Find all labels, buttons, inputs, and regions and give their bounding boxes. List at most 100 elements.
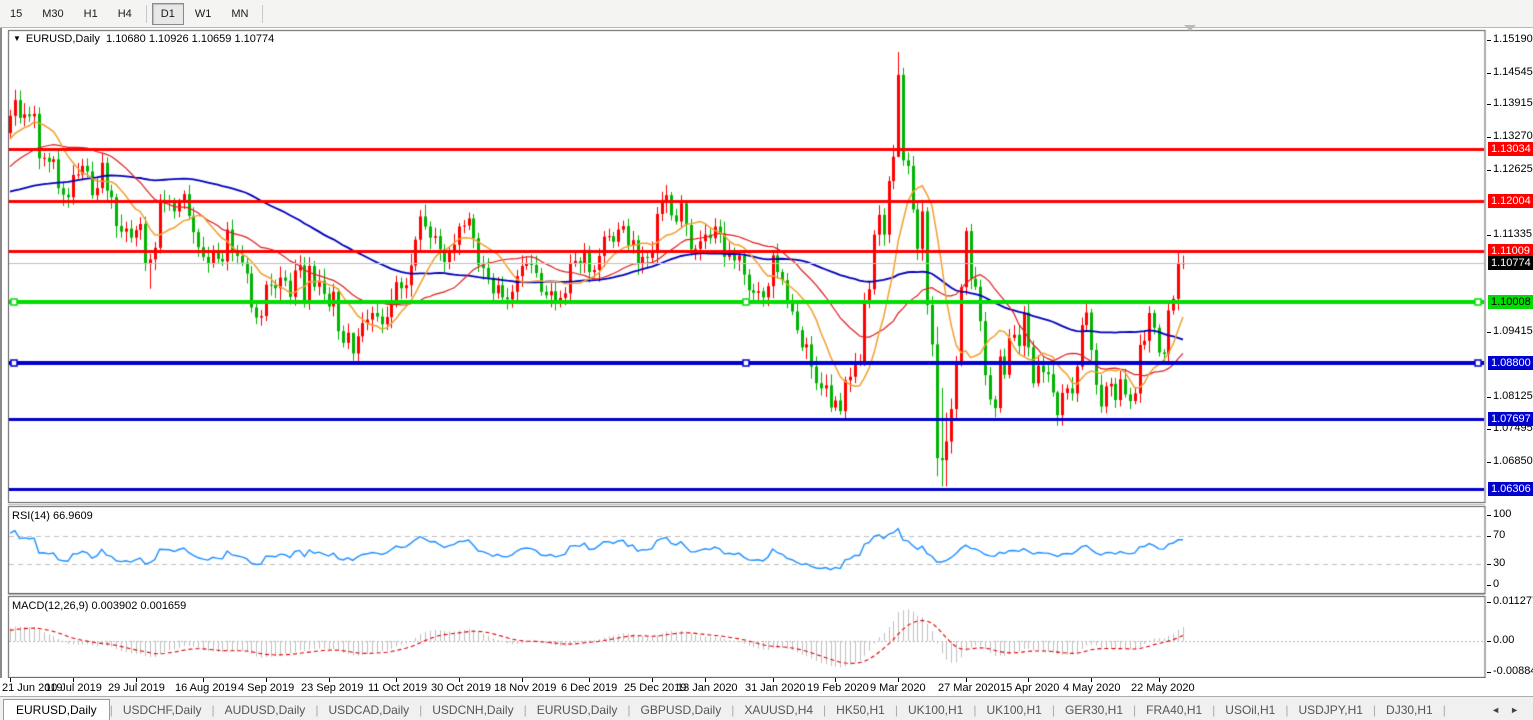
axis-tick — [1487, 515, 1491, 516]
price-axis-label: 1.14545 — [1493, 66, 1533, 78]
macd-axis-label: 0.00 — [1493, 634, 1514, 646]
axis-tick — [1487, 672, 1491, 673]
date-label: 31 Jan 2020 — [745, 682, 806, 694]
axis-tick — [1487, 536, 1491, 537]
tab-usdchf-daily[interactable]: USDCHF,Daily — [113, 700, 212, 720]
rsi-indicator-label: RSI(14) 66.9609 — [12, 510, 93, 522]
date-label: 4 May 2020 — [1063, 682, 1120, 694]
axis-tick — [1487, 73, 1491, 74]
axis-tick — [1487, 641, 1491, 642]
chart-title: ▼ EURUSD,Daily 1.10680 1.10926 1.10659 1.… — [13, 33, 274, 45]
axis-tick — [1487, 104, 1491, 105]
date-label: 16 Aug 2019 — [175, 682, 237, 694]
date-label: 15 Apr 2020 — [1000, 682, 1059, 694]
rsi-axis-label: 0 — [1493, 578, 1499, 590]
date-label: 29 Jul 2019 — [108, 682, 165, 694]
price-axis-label: 1.11335 — [1493, 228, 1532, 240]
tab-usoil-h1-13[interactable]: USOil,H1 — [1215, 700, 1285, 720]
window-left-frame — [0, 28, 2, 696]
level-price-badge: 1.10008 — [1488, 295, 1533, 309]
rsi-axis-label: 70 — [1493, 529, 1505, 541]
date-label: 4 Sep 2019 — [238, 682, 294, 694]
macd-indicator-label: MACD(12,26,9) 0.003902 0.001659 — [12, 600, 186, 612]
date-label: 27 Mar 2020 — [938, 682, 1000, 694]
timeframe-button-h1[interactable]: H1 — [75, 3, 107, 25]
date-label: 19 Feb 2020 — [807, 682, 869, 694]
chart-window: ▼ EURUSD,Daily 1.10680 1.10926 1.10659 1.… — [0, 28, 1533, 696]
axis-tick — [1487, 429, 1491, 430]
rsi-axis-label: 30 — [1493, 557, 1505, 569]
price-axis-label: 1.15190 — [1493, 33, 1533, 45]
chevron-down-icon[interactable]: ▼ — [13, 34, 21, 43]
tab-ger30-h1-11[interactable]: GER30,H1 — [1055, 700, 1133, 720]
level-price-badge: 1.12004 — [1488, 194, 1533, 208]
timeframe-button-m30[interactable]: M30 — [33, 3, 72, 25]
chart-tab-bar: EURUSD,Daily|USDCHF,Daily|AUDUSD,Daily|U… — [0, 696, 1533, 720]
rsi-axis-label: 100 — [1493, 508, 1511, 520]
tab-usdjpy-h1-14[interactable]: USDJPY,H1 — [1288, 700, 1372, 720]
price-axis-label: 1.12625 — [1493, 163, 1533, 175]
tabs-scroll-right-icon[interactable]: ► — [1510, 705, 1519, 715]
date-axis[interactable]: 21 Jun 201910 Jul 201929 Jul 201916 Aug … — [0, 678, 1533, 696]
timeframe-toolbar: 15M30H1H4 D1W1MN — [0, 0, 1533, 28]
price-axis-label: 1.09415 — [1493, 325, 1533, 337]
level-price-badge: 1.08800 — [1488, 356, 1533, 370]
tab-uk100-h1-9[interactable]: UK100,H1 — [898, 700, 973, 720]
tab-audusd-daily[interactable]: AUDUSD,Daily — [215, 700, 316, 720]
tab-fra40-h1-12[interactable]: FRA40,H1 — [1136, 700, 1212, 720]
timeframe-button-d1[interactable]: D1 — [152, 3, 184, 25]
level-price-badge: 1.13034 — [1488, 142, 1533, 156]
price-axis-label: 1.08125 — [1493, 390, 1533, 402]
chart-symbol-label: EURUSD,Daily — [26, 33, 100, 45]
price-axis[interactable]: 1.15190 1.14545 1.13915 1.13270 1.12625 1.113… — [1487, 28, 1533, 696]
axis-tick — [1487, 602, 1491, 603]
price-chart-canvas[interactable] — [0, 28, 1487, 678]
tabs-scroll-left-icon[interactable]: ◄ — [1491, 705, 1500, 715]
axis-tick — [1487, 462, 1491, 463]
price-axis-label: 1.06850 — [1493, 455, 1533, 467]
price-axis-label: 1.13915 — [1493, 97, 1533, 109]
axis-tick — [1487, 564, 1491, 565]
date-label: 6 Dec 2019 — [561, 682, 617, 694]
price-axis-label: 1.13270 — [1493, 130, 1533, 142]
date-label: 23 Sep 2019 — [301, 682, 363, 694]
tab-separator: | — [1443, 703, 1446, 720]
tab-eurusd-daily-5[interactable]: EURUSD,Daily — [527, 700, 628, 720]
axis-tick — [1487, 137, 1491, 138]
current-price-badge: 1.10774 — [1488, 256, 1533, 270]
toolbar-separator — [262, 5, 263, 23]
axis-tick — [1487, 397, 1491, 398]
timeframe-button-mn[interactable]: MN — [222, 3, 257, 25]
axis-tick — [1487, 170, 1491, 171]
chart-ohlc-values: 1.10680 1.10926 1.10659 1.10774 — [106, 33, 274, 45]
date-label: 10 Jul 2019 — [45, 682, 102, 694]
tab-nav: ◄► — [1491, 705, 1533, 720]
axis-tick — [1487, 40, 1491, 41]
axis-tick — [1487, 235, 1491, 236]
tab-usdcnh-daily[interactable]: USDCNH,Daily — [422, 700, 523, 720]
tab-dj30-h1-15[interactable]: DJ30,H1 — [1376, 700, 1443, 720]
tab-uk100-h1-10[interactable]: UK100,H1 — [976, 700, 1051, 720]
chart-shift-marker-icon[interactable] — [1184, 25, 1196, 31]
date-label: 13 Jan 2020 — [677, 682, 738, 694]
date-label: 18 Nov 2019 — [494, 682, 556, 694]
mt4-terminal: 15M30H1H4 D1W1MN ▼ EURUSD,Daily 1.10680 1.… — [0, 0, 1533, 720]
date-label: 30 Oct 2019 — [431, 682, 491, 694]
macd-axis-label: -0.008845 — [1493, 665, 1533, 677]
tab-xauusd-h4-7[interactable]: XAUUSD,H4 — [734, 700, 823, 720]
date-label: 11 Oct 2019 — [368, 682, 427, 694]
tab-hk50-h1-8[interactable]: HK50,H1 — [826, 700, 895, 720]
tab-eurusd-daily[interactable]: EURUSD,Daily — [3, 699, 110, 720]
timeframe-button-w1[interactable]: W1 — [186, 3, 221, 25]
axis-tick — [1487, 585, 1491, 586]
date-label: 9 Mar 2020 — [870, 682, 926, 694]
level-price-badge: 1.06306 — [1488, 482, 1533, 496]
tab-usdcad-daily[interactable]: USDCAD,Daily — [318, 700, 419, 720]
tab-gbpusd-daily-6[interactable]: GBPUSD,Daily — [631, 700, 732, 720]
axis-tick — [1487, 332, 1491, 333]
timeframe-button-15[interactable]: 15 — [1, 3, 31, 25]
macd-axis-label: 0.011277 — [1493, 595, 1533, 607]
timeframe-button-h4[interactable]: H4 — [109, 3, 141, 25]
date-label: 22 May 2020 — [1131, 682, 1195, 694]
level-price-badge: 1.07697 — [1488, 412, 1533, 426]
